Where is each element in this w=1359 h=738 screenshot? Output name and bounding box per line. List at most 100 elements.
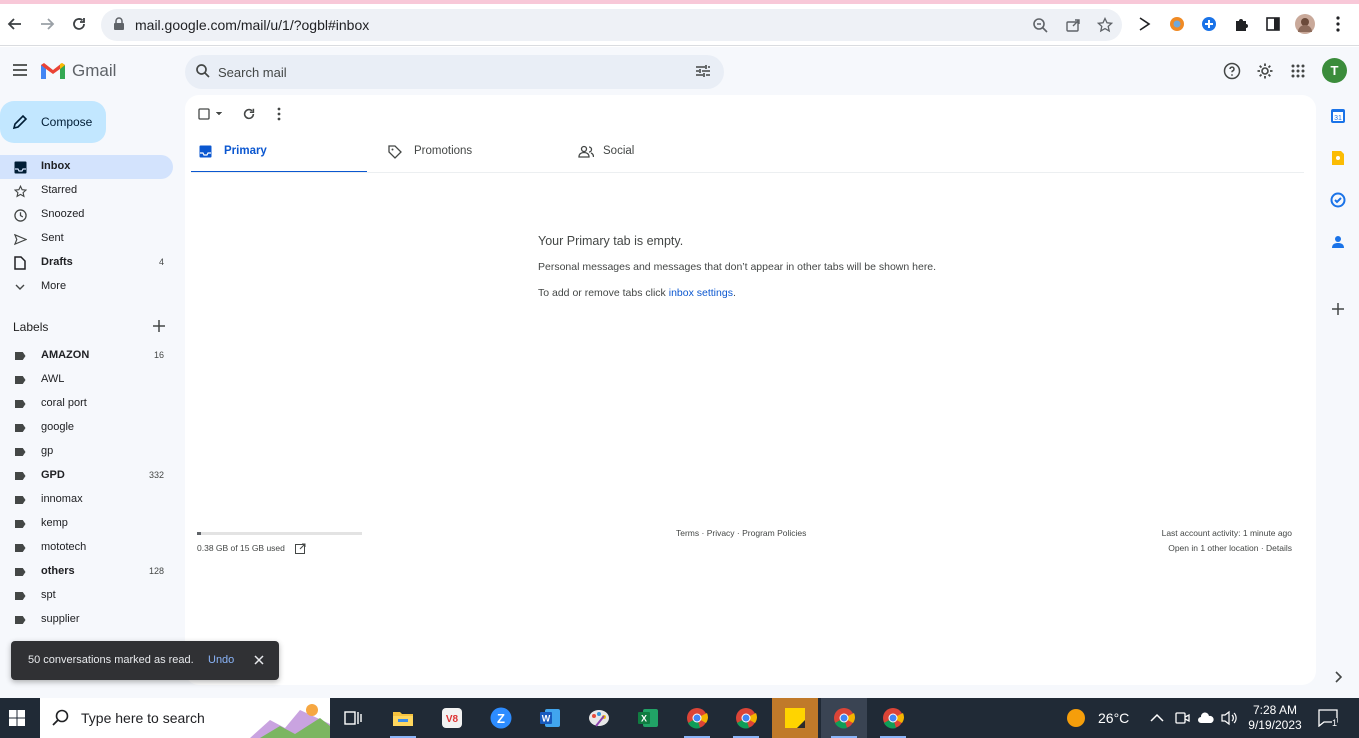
main-menu-icon[interactable] xyxy=(9,59,31,81)
footer-links[interactable]: Terms · Privacy · Program Policies xyxy=(676,528,806,538)
taskbar-zoom[interactable]: Z xyxy=(478,698,524,738)
help-icon[interactable] xyxy=(1222,61,1242,81)
label-item-kemp[interactable]: kemp xyxy=(0,512,173,536)
close-icon[interactable] xyxy=(252,653,266,667)
nav-item-snoozed[interactable]: Snoozed xyxy=(0,203,173,227)
calendar-icon[interactable]: 31 xyxy=(1329,107,1347,125)
label-item-google[interactable]: google xyxy=(0,416,173,440)
clock-button[interactable]: 7:28 AM 9/19/2023 xyxy=(1246,698,1304,738)
taskbar-excel[interactable]: X xyxy=(625,698,671,738)
taskbar-chrome-1[interactable] xyxy=(674,698,720,738)
get-addons-plus-icon[interactable] xyxy=(1329,300,1347,318)
label-item-amazon[interactable]: AMAZON 16 xyxy=(0,344,173,368)
ve-app-icon: V8 xyxy=(442,708,462,728)
share-icon[interactable] xyxy=(1063,15,1083,35)
profile-avatar-icon[interactable] xyxy=(1295,14,1315,34)
search-input[interactable] xyxy=(218,63,658,81)
reload-button[interactable] xyxy=(67,12,91,36)
compose-label: Compose xyxy=(41,115,93,129)
side-panel-icon[interactable] xyxy=(1263,14,1283,34)
keep-icon[interactable] xyxy=(1329,149,1347,167)
external-link-icon[interactable] xyxy=(295,541,306,554)
tasks-icon[interactable] xyxy=(1329,191,1347,209)
label-item-innomax[interactable]: innomax xyxy=(0,488,173,512)
tab-promotions[interactable]: Promotions xyxy=(380,135,556,173)
label-name: coral port xyxy=(41,397,87,409)
bookmark-star-icon[interactable] xyxy=(1095,15,1115,35)
address-bar[interactable]: mail.google.com/mail/u/1/?ogbl#inbox xyxy=(101,9,1122,41)
label-name: google xyxy=(41,421,75,433)
label-item-spt[interactable]: spt xyxy=(0,584,173,608)
tab-social[interactable]: Social xyxy=(570,135,746,173)
chevron-right-icon[interactable] xyxy=(1329,668,1347,686)
taskbar-word[interactable]: W xyxy=(527,698,573,738)
taskbar-app-ve[interactable]: V8 xyxy=(429,698,475,738)
taskbar-chrome-4[interactable] xyxy=(870,698,916,738)
weather-widget[interactable]: 26°C xyxy=(1066,698,1129,738)
taskbar-file-explorer[interactable] xyxy=(380,698,426,738)
task-view-button[interactable] xyxy=(330,698,376,738)
extensions-puzzle-icon[interactable] xyxy=(1231,14,1251,34)
gmail-logo-icon[interactable] xyxy=(40,61,66,86)
label-item-awl[interactable]: AWL xyxy=(0,368,173,392)
chevron-down-icon xyxy=(13,280,27,294)
search-options-icon[interactable] xyxy=(695,63,711,84)
extension-orange-icon[interactable] xyxy=(1167,14,1187,34)
nav-item-starred[interactable]: Starred xyxy=(0,179,173,203)
apps-grid-icon[interactable] xyxy=(1288,61,1308,81)
notification-center-button[interactable]: 1 xyxy=(1318,698,1338,738)
extension-arrow-icon[interactable] xyxy=(1135,14,1155,34)
label-tag-icon xyxy=(13,493,27,507)
taskbar-paint[interactable] xyxy=(576,698,622,738)
undo-button[interactable]: Undo xyxy=(208,654,234,666)
show-hidden-icons-button[interactable] xyxy=(1150,698,1164,738)
search-bar[interactable] xyxy=(185,55,724,89)
nav-item-drafts[interactable]: Drafts 4 xyxy=(0,251,173,275)
pencil-icon xyxy=(12,114,28,135)
other-location-details[interactable]: Open in 1 other location · Details xyxy=(1168,543,1292,553)
label-item-gpd[interactable]: GPD 332 xyxy=(0,464,173,488)
storage-usage-text: 0.38 GB of 15 GB used xyxy=(197,543,285,553)
volume-button[interactable] xyxy=(1221,698,1239,738)
compose-button[interactable]: Compose xyxy=(0,101,106,143)
plus-icon[interactable] xyxy=(152,319,166,333)
forward-button[interactable] xyxy=(35,12,59,36)
account-avatar[interactable]: T xyxy=(1322,58,1347,83)
refresh-icon[interactable] xyxy=(240,105,258,123)
onedrive-button[interactable] xyxy=(1197,698,1215,738)
search-icon[interactable] xyxy=(195,63,211,84)
taskbar-sticky-notes[interactable] xyxy=(772,698,818,738)
taskbar-search-box[interactable]: Type here to search xyxy=(40,698,330,738)
taskbar-chrome-2[interactable] xyxy=(723,698,769,738)
url-text: mail.google.com/mail/u/1/?ogbl#inbox xyxy=(135,17,370,33)
task-view-icon xyxy=(344,711,362,725)
back-button[interactable] xyxy=(3,12,27,36)
windows-start-button[interactable] xyxy=(0,698,34,738)
more-options-icon[interactable] xyxy=(270,105,288,123)
settings-prefix-text: To add or remove tabs click xyxy=(538,287,669,299)
label-item-coral-port[interactable]: coral port xyxy=(0,392,173,416)
label-item-gp[interactable]: gp xyxy=(0,440,173,464)
settings-gear-icon[interactable] xyxy=(1255,61,1275,81)
zoom-icon[interactable] xyxy=(1030,15,1050,35)
extension-blue-icon[interactable] xyxy=(1199,14,1219,34)
chrome-icon xyxy=(834,708,855,729)
label-item-others[interactable]: others 128 xyxy=(0,560,173,584)
tab-primary[interactable]: Primary xyxy=(191,135,367,173)
taskbar-chrome-3-active[interactable] xyxy=(821,698,867,738)
select-all-checkbox[interactable] xyxy=(197,105,225,123)
inbox-settings-link[interactable]: inbox settings xyxy=(669,287,733,299)
browser-menu-icon[interactable] xyxy=(1328,14,1348,34)
word-app-icon: W xyxy=(540,709,560,727)
nav-item-more[interactable]: More xyxy=(0,275,173,299)
nav-item-sent[interactable]: Sent xyxy=(0,227,173,251)
reload-icon xyxy=(73,18,85,30)
meet-now-button[interactable] xyxy=(1174,698,1190,738)
label-name: AWL xyxy=(41,373,65,385)
contacts-icon[interactable] xyxy=(1329,233,1347,251)
label-item-supplier[interactable]: supplier xyxy=(0,608,173,632)
app-title: Gmail xyxy=(72,61,117,80)
send-icon xyxy=(13,232,27,246)
label-item-mototech[interactable]: mototech xyxy=(0,536,173,560)
nav-item-inbox[interactable]: Inbox xyxy=(0,155,173,179)
